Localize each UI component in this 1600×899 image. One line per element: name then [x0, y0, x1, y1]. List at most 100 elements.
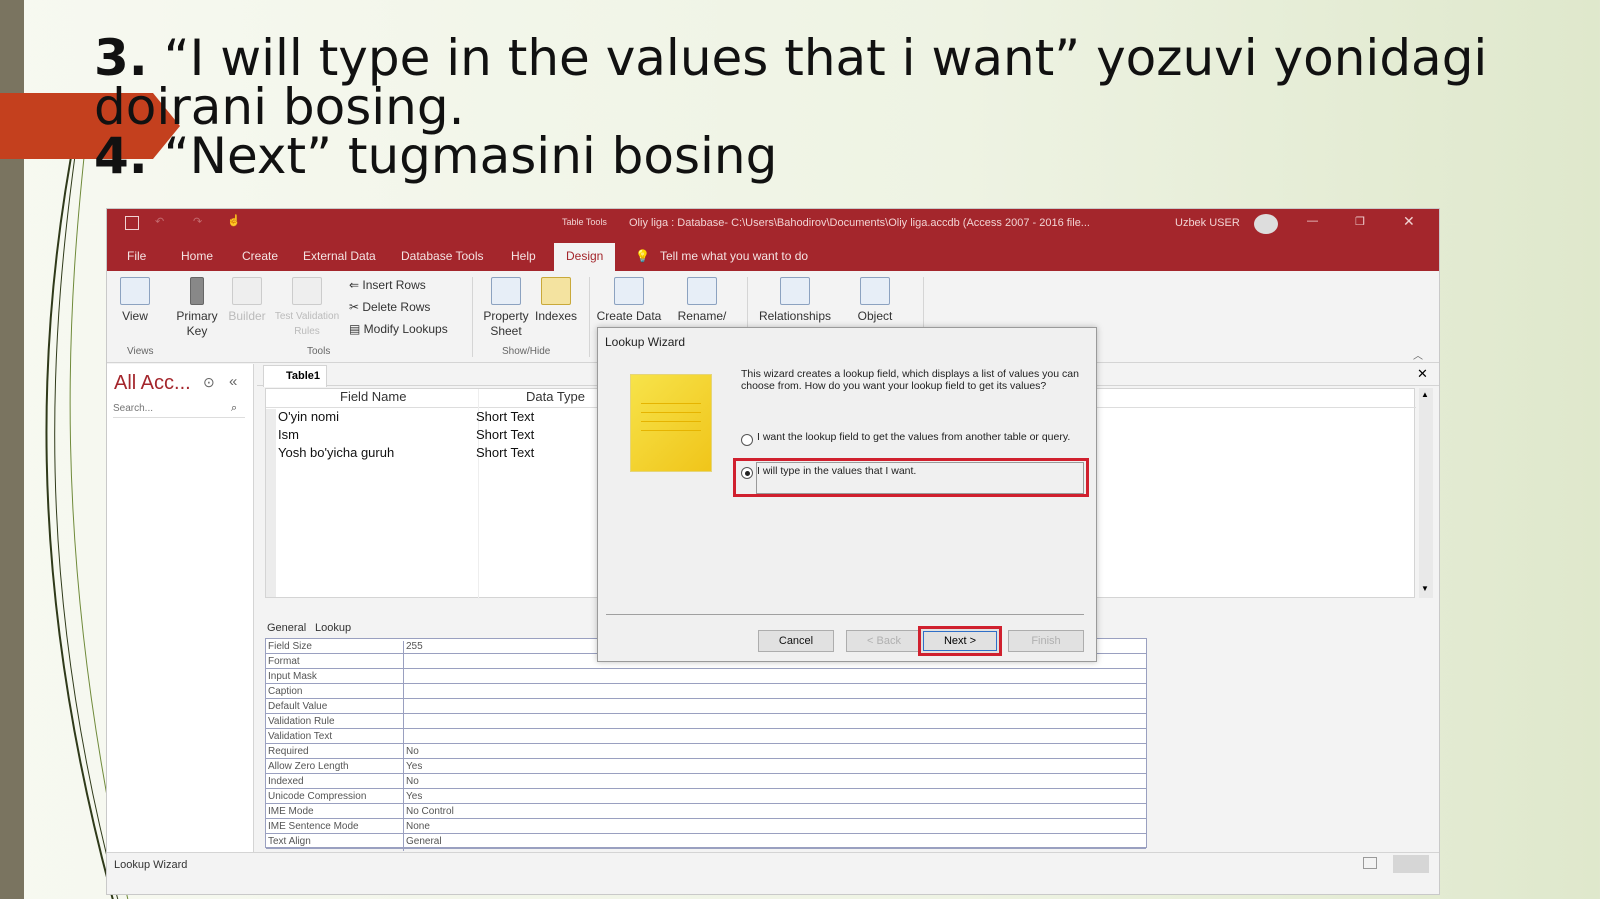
property-row[interactable]: Unicode Compression Yes — [266, 789, 1146, 806]
datasheet-view-icon[interactable] — [1363, 857, 1377, 869]
grid-header-data-type: Data Type — [526, 389, 586, 404]
design-view-icon[interactable] — [1393, 855, 1429, 873]
builder-button[interactable]: Builder — [225, 277, 269, 324]
instruction-line-1: 3. “I will type in the values that i wan… — [94, 33, 1487, 83]
radio-option-type-values[interactable] — [741, 467, 753, 479]
tab-design[interactable]: Design — [554, 243, 616, 271]
field-name-cell[interactable]: Yosh bo'yicha guruh — [278, 445, 394, 460]
view-button[interactable]: View — [115, 277, 155, 324]
rename-label: Rename/ — [677, 309, 727, 323]
option-table-query-label[interactable]: I want the lookup field to get the value… — [757, 432, 1077, 443]
property-value[interactable]: None — [406, 821, 430, 832]
step-4-number: 4. — [94, 127, 148, 185]
data-type-cell[interactable]: Short Text — [476, 445, 534, 460]
radio-option-table-query[interactable] — [741, 434, 753, 446]
option-type-values-label[interactable]: I will type in the values that I want. — [757, 466, 1077, 477]
modify-lookups-button[interactable]: ▤ Modify Lookups — [349, 322, 448, 336]
property-value[interactable]: Yes — [406, 761, 422, 772]
test-validation-button[interactable]: Test Validation Rules — [267, 277, 347, 339]
rename-icon — [687, 277, 717, 305]
undo-icon[interactable]: ↶ — [155, 215, 164, 228]
props-tab-lookup[interactable]: Lookup — [315, 622, 351, 634]
rename-macro-button[interactable]: Rename/ — [673, 277, 731, 324]
property-row[interactable]: Validation Text — [266, 729, 1146, 746]
delete-rows-button[interactable]: ✂ Delete Rows — [349, 300, 430, 314]
property-row[interactable]: Required No — [266, 744, 1146, 761]
dialog-title: Lookup Wizard — [605, 335, 686, 349]
data-type-cell[interactable]: Short Text — [476, 427, 534, 442]
property-value[interactable]: General — [406, 836, 442, 847]
tab-help[interactable]: Help — [511, 249, 536, 263]
property-row[interactable]: Default Value — [266, 699, 1146, 716]
property-row[interactable]: Allow Zero Length Yes — [266, 759, 1146, 776]
tab-home[interactable]: Home — [181, 249, 213, 263]
view-label: View — [122, 309, 148, 323]
object-dependencies-button[interactable]: Object — [849, 277, 901, 324]
user-avatar[interactable] — [1254, 214, 1278, 234]
data-type-cell[interactable]: Short Text — [476, 409, 534, 424]
user-name: Uzbek USER — [1175, 217, 1240, 229]
cancel-button[interactable]: Cancel — [758, 630, 834, 652]
property-row[interactable]: Text Align General — [266, 834, 1146, 851]
grid-header-field-name: Field Name — [340, 389, 407, 404]
test-validation-icon — [292, 277, 322, 305]
next-button[interactable]: Next > — [923, 631, 997, 651]
finish-button[interactable]: Finish — [1008, 630, 1084, 652]
property-row[interactable]: Validation Rule — [266, 714, 1146, 731]
props-tab-general[interactable]: General — [267, 622, 306, 634]
collapse-ribbon-icon[interactable]: ︿ — [1413, 347, 1423, 362]
nav-menu-icon[interactable]: ⊙ — [203, 374, 215, 391]
instruction-line-3: 4. “Next” tugmasini bosing — [94, 131, 777, 181]
modify-lookups-label: Modify Lookups — [363, 322, 448, 336]
property-row[interactable]: IME Sentence Mode None — [266, 819, 1146, 836]
tab-table1[interactable]: Table1 — [263, 365, 327, 387]
collapse-pane-icon[interactable]: « — [229, 373, 237, 390]
property-row[interactable]: Input Mask — [266, 669, 1146, 686]
indexes-icon — [541, 277, 571, 305]
modify-lookups-icon: ▤ — [349, 322, 364, 336]
insert-rows-button[interactable]: ⇐ Insert Rows — [349, 278, 426, 292]
property-value[interactable]: No — [406, 746, 419, 757]
status-bar: Lookup Wizard — [107, 852, 1439, 894]
insert-rows-label: Insert Rows — [362, 278, 426, 292]
group-tools-label: Tools — [307, 346, 331, 357]
scroll-up-icon[interactable]: ▲ — [1421, 390, 1429, 399]
back-button[interactable]: < Back — [846, 630, 922, 652]
redo-icon[interactable]: ↷ — [193, 215, 202, 228]
property-row[interactable]: Caption — [266, 684, 1146, 701]
property-value[interactable]: Yes — [406, 791, 422, 802]
property-value[interactable]: No Control — [406, 806, 454, 817]
delete-rows-icon: ✂ — [349, 300, 363, 314]
nav-search-input[interactable] — [113, 400, 245, 418]
property-value[interactable]: 255 — [406, 641, 423, 652]
tab-file[interactable]: File — [127, 249, 146, 263]
field-name-cell[interactable]: Ism — [278, 427, 299, 442]
create-data-icon — [614, 277, 644, 305]
search-icon[interactable]: ⌕ — [231, 402, 237, 415]
group-views-label: Views — [127, 346, 154, 357]
primary-key-button[interactable]: Primary Key — [173, 277, 221, 339]
minimize-icon[interactable]: — — [1307, 215, 1318, 227]
property-row[interactable]: IME Mode No Control — [266, 804, 1146, 821]
nav-pane-title[interactable]: All Acc... — [114, 372, 191, 395]
close-icon[interactable]: ✕ — [1403, 213, 1415, 230]
save-icon[interactable] — [125, 216, 139, 230]
restore-icon[interactable]: ❐ — [1355, 215, 1365, 228]
grid-scrollbar[interactable]: ▲ ▼ — [1419, 388, 1433, 598]
property-row[interactable]: Indexed No — [266, 774, 1146, 791]
tab-create[interactable]: Create — [242, 249, 278, 263]
close-document-icon[interactable]: ✕ — [1417, 366, 1428, 382]
tab-database-tools[interactable]: Database Tools — [401, 249, 484, 263]
indexes-button[interactable]: Indexes — [533, 277, 579, 324]
tell-me-box[interactable]: Tell me what you want to do — [660, 249, 808, 263]
property-sheet-button[interactable]: Property Sheet — [479, 277, 533, 339]
scroll-down-icon[interactable]: ▼ — [1421, 584, 1429, 593]
tab-external-data[interactable]: External Data — [303, 249, 376, 263]
wizard-illustration — [630, 374, 712, 472]
property-value[interactable]: No — [406, 776, 419, 787]
relationships-button[interactable]: Relationships — [755, 277, 835, 324]
ribbon-separator — [589, 277, 590, 357]
create-data-macros-button[interactable]: Create Data — [595, 277, 663, 324]
field-name-cell[interactable]: O'yin nomi — [278, 409, 339, 424]
touch-mode-icon[interactable]: ☝ — [227, 214, 241, 227]
